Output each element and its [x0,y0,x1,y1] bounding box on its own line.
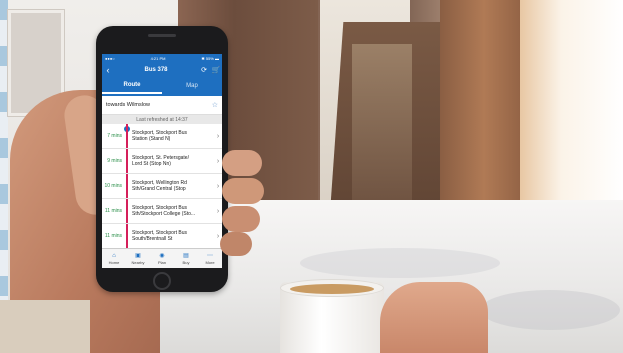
route-line [124,124,130,148]
chevron-right-icon: › [216,182,220,190]
nav-bar: ‹ Bus 378 ⟳ 🛒 [102,62,222,77]
route-line [124,199,130,223]
chevron-left-icon[interactable]: ‹ [102,65,114,75]
headboard-panel [352,44,412,204]
route-line [124,149,130,173]
stop-name-line2: Station (Stand N) [132,136,171,142]
last-refreshed: Last refreshed at 14:37 [102,115,222,124]
stop-name: Stockport, St. Petersgate/ Lord St (Stop… [130,155,214,167]
stop-name-line2: Sth/Grand Central (Stop [132,186,186,192]
route-line [124,224,130,248]
more-icon: ⋯ [207,252,213,259]
stop-name: Stockport, Stockport Bus Station (Stand … [130,130,214,142]
stop-name: Stockport, Stockport Bus South/Brentnall… [130,230,214,242]
stop-eta: 10 mins [104,183,122,189]
direction-row: towards Wilmslow ☆ [102,96,222,115]
stop-name-line2: Lord St (Stop Nn) [132,161,171,167]
bottom-tab-bar: ⌂ Home ▣ Nearby ◉ Plan ▤ Buy ⋯ More [102,248,222,268]
tab-map[interactable]: Map [162,77,222,94]
cart-icon[interactable]: 🛒 [210,66,222,74]
stop-eta: 11 mins [104,233,122,239]
tab-label: Home [108,259,120,265]
status-bar: ●●●○ 4:21 PM ✱ 55% ▬ [102,54,222,62]
home-button[interactable] [153,272,171,290]
stop-row[interactable]: 11 mins Stockport, Stockport Bus South/B… [102,224,222,249]
stop-eta: 11 mins [104,208,122,214]
stop-eta: 7 mins [107,133,122,139]
battery-indicator: ✱ 55% ▬ [201,55,219,61]
stop-row[interactable]: 10 mins Stockport, Wellington Rd Sth/Gra… [102,174,222,199]
ticket-icon: ▤ [183,252,189,259]
coffee [290,284,374,294]
sheet-fold [480,290,620,330]
direction-label: towards Wilmslow [106,102,151,108]
tab-label: Plan [157,259,166,265]
refresh-icon[interactable]: ⟳ [198,66,210,74]
tab-home[interactable]: ⌂ Home [102,249,126,268]
chevron-right-icon: › [216,157,220,165]
finger [220,232,252,256]
stop-row[interactable]: 11 mins Stockport, Stockport Bus Sth/Sto… [102,199,222,224]
chevron-right-icon: › [216,132,220,140]
stop-list: 7 mins Stockport, Stockport Bus Station … [102,124,222,249]
stop-row[interactable]: 7 mins Stockport, Stockport Bus Station … [102,124,222,149]
stop-eta: 9 mins [107,158,122,164]
tab-label: Buy [182,259,190,265]
phone-screen: ●●●○ 4:21 PM ✱ 55% ▬ ‹ Bus 378 ⟳ 🛒 Route… [102,54,222,268]
smartphone: ●●●○ 4:21 PM ✱ 55% ▬ ‹ Bus 378 ⟳ 🛒 Route… [96,26,228,292]
phone-speaker [148,34,176,37]
stop-name: Stockport, Wellington Rd Sth/Grand Centr… [130,180,214,192]
status-time: 4:21 PM [150,55,166,61]
tab-route[interactable]: Route [102,77,162,94]
finger [222,150,262,176]
stop-name: Stockport, Stockport Bus Sth/Stockport C… [130,205,214,217]
tab-plan[interactable]: ◉ Plan [150,249,174,268]
tab-label: Nearby [131,259,145,265]
sheet-fold [300,248,500,278]
sleeve [0,300,90,353]
right-hand [380,282,488,353]
home-icon: ⌂ [112,252,116,259]
finger [222,178,264,204]
tab-nearby[interactable]: ▣ Nearby [126,249,150,268]
stop-name-line2: Sth/Stockport College (Sto... [132,211,196,217]
route-line [124,174,130,198]
stop-row[interactable]: 9 mins Stockport, St. Petersgate/ Lord S… [102,149,222,174]
tab-buy[interactable]: ▤ Buy [174,249,198,268]
star-icon[interactable]: ☆ [212,101,218,109]
segmented-control: Route Map [102,77,222,96]
finger [222,206,260,232]
stop-name-line2: South/Brentnall St [132,236,173,242]
bus-icon: ▣ [135,252,141,259]
tab-more[interactable]: ⋯ More [198,249,222,268]
page-title: Bus 378 [144,66,168,73]
signal-indicator: ●●●○ [105,55,115,61]
chevron-right-icon: › [216,207,220,215]
bedroom-photo: ●●●○ 4:21 PM ✱ 55% ▬ ‹ Bus 378 ⟳ 🛒 Route… [0,0,623,353]
pin-icon: ◉ [159,252,165,259]
tab-label: More [205,259,215,265]
